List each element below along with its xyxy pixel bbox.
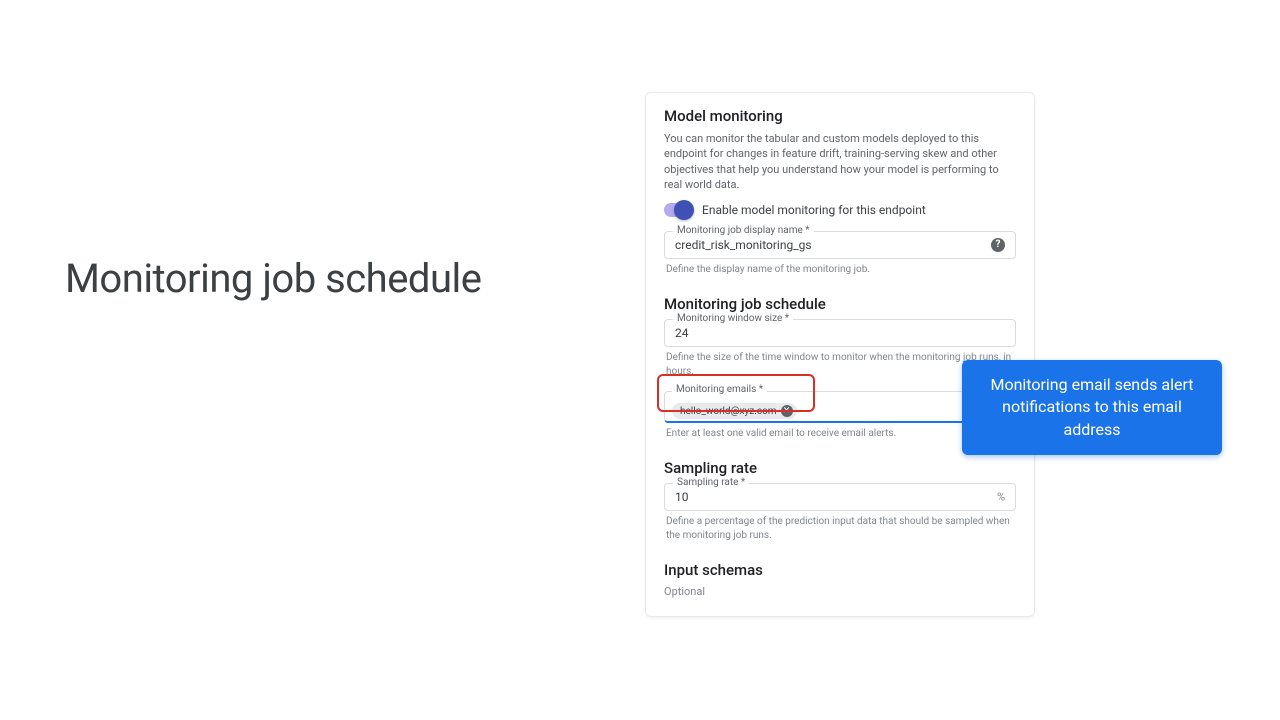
sampling-heading: Sampling rate bbox=[664, 459, 1016, 477]
callout-tooltip: Monitoring email sends alert notificatio… bbox=[962, 360, 1222, 455]
display-name-helper: Define the display name of the monitorin… bbox=[666, 263, 1014, 277]
sampling-rate-label: Sampling rate * bbox=[673, 477, 749, 488]
percent-suffix: % bbox=[997, 490, 1005, 503]
model-monitoring-heading: Model monitoring bbox=[664, 107, 1016, 125]
input-schemas-optional: Optional bbox=[664, 585, 1016, 598]
email-chip-text: hello_world@xyz.com bbox=[680, 406, 777, 417]
callout-text: Monitoring email sends alert notificatio… bbox=[990, 375, 1193, 439]
emails-label: Monitoring emails * bbox=[672, 384, 767, 395]
display-name-label: Monitoring job display name * bbox=[673, 225, 814, 236]
enable-monitoring-toggle[interactable] bbox=[664, 203, 692, 217]
help-icon[interactable]: ? bbox=[991, 238, 1005, 252]
sampling-rate-input[interactable]: Sampling rate * 10 % bbox=[664, 483, 1016, 511]
window-size-input[interactable]: Monitoring window size * 24 bbox=[664, 319, 1016, 347]
sampling-rate-helper: Define a percentage of the prediction in… bbox=[666, 515, 1014, 543]
chip-remove-icon[interactable]: ✕ bbox=[781, 405, 793, 417]
enable-monitoring-toggle-label: Enable model monitoring for this endpoin… bbox=[702, 203, 926, 217]
display-name-value: credit_risk_monitoring_gs bbox=[675, 238, 985, 252]
email-chip: hello_world@xyz.com ✕ bbox=[672, 403, 797, 419]
input-schemas-heading: Input schemas bbox=[664, 561, 1016, 579]
model-monitoring-panel: Model monitoring You can monitor the tab… bbox=[645, 92, 1035, 617]
schedule-heading: Monitoring job schedule bbox=[664, 295, 1016, 313]
sampling-rate-value: 10 bbox=[675, 490, 991, 504]
model-monitoring-intro: You can monitor the tabular and custom m… bbox=[664, 131, 1016, 193]
window-size-value: 24 bbox=[675, 326, 1005, 340]
display-name-input[interactable]: Monitoring job display name * credit_ris… bbox=[664, 231, 1016, 259]
page-title: Monitoring job schedule bbox=[65, 255, 481, 302]
window-size-label: Monitoring window size * bbox=[673, 313, 793, 324]
toggle-knob bbox=[674, 200, 694, 220]
